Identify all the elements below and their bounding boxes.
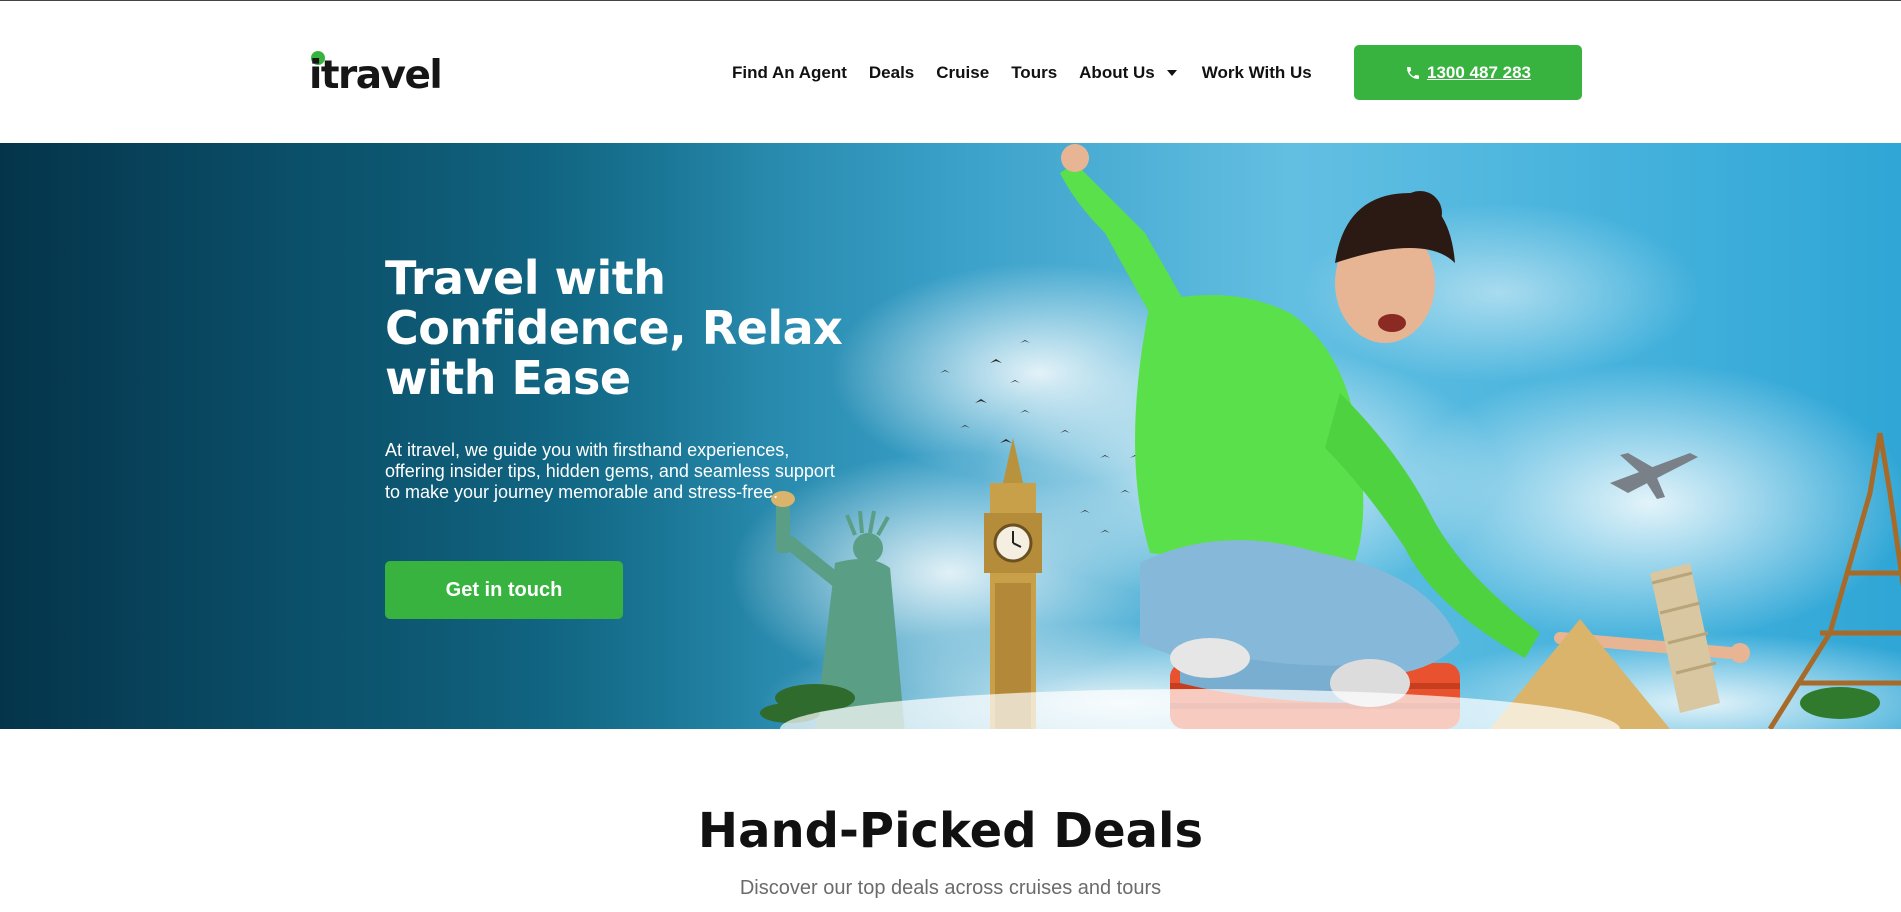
phone-icon	[1407, 66, 1419, 79]
hero-title: Travel with Confidence, Relax with Ease	[385, 251, 843, 405]
chevron-down-icon[interactable]	[1166, 70, 1177, 76]
deals-section-subtitle: Discover our top deals across cruises an…	[739, 877, 1162, 899]
deals-section-title: Hand-Picked Deals	[697, 803, 1204, 859]
leaning-tower-pisa	[1650, 563, 1720, 713]
site-header: itravel Find An Agent Deals Cruise Tours…	[0, 1, 1901, 143]
nav-cruise[interactable]: Cruise	[936, 63, 989, 83]
eiffel-tower	[1767, 432, 1901, 729]
nav-tours[interactable]: Tours	[1011, 63, 1057, 83]
birds-flock	[940, 340, 1140, 533]
main-nav: Find An Agent Deals Cruise Tours About U…	[732, 59, 1312, 87]
woman-green-hoodie	[1060, 144, 1750, 707]
nav-work-with-us[interactable]: Work With Us	[1202, 63, 1312, 83]
big-ben-tower	[984, 438, 1042, 729]
nav-deals[interactable]: Deals	[869, 63, 914, 83]
nav-about-us[interactable]: About Us	[1079, 63, 1177, 83]
get-in-touch-button[interactable]: Get in touch	[385, 561, 623, 619]
palm-trees-right	[1800, 687, 1880, 719]
logo-text: itravel	[309, 53, 443, 98]
airplane	[1610, 453, 1698, 499]
hero-banner: Travel with Confidence, Relax with Ease …	[0, 143, 1901, 729]
phone-number: 1300 487 283	[1427, 62, 1531, 82]
hero-description: At itravel, we guide you with firsthand …	[385, 440, 835, 502]
itravel-logo[interactable]: itravel	[309, 51, 443, 99]
nav-about-us-label: About Us	[1079, 63, 1155, 82]
nav-find-an-agent[interactable]: Find An Agent	[732, 63, 847, 83]
phone-call-button[interactable]: 1300 487 283	[1354, 45, 1582, 100]
hero-travel-illustration	[760, 144, 1901, 729]
